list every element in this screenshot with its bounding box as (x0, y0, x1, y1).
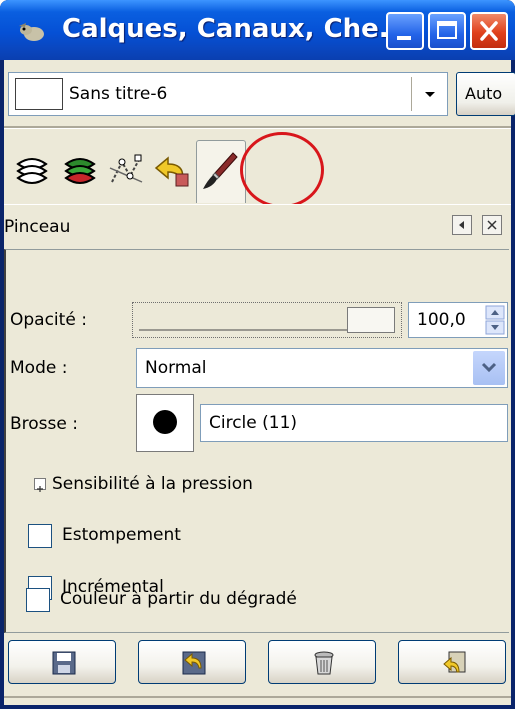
undo-history-icon (154, 156, 189, 187)
panel-title: Pinceau (4, 217, 71, 237)
gradient-color-checkbox[interactable] (26, 588, 50, 612)
image-preview-swatch (15, 78, 63, 110)
delete-options-icon (314, 651, 334, 675)
gradient-color-label[interactable]: Couleur à partir du dégradé (60, 589, 297, 609)
mode-label: Mode : (10, 358, 68, 378)
reset-options-icon (443, 651, 466, 673)
save-options-icon (52, 651, 76, 675)
brush-circle-preview (153, 410, 177, 434)
divider (4, 126, 511, 129)
delete-options-button[interactable] (268, 640, 376, 684)
paintbrush-tool-icon (203, 152, 238, 189)
minimize-button[interactable] (386, 12, 424, 50)
maximize-button[interactable] (428, 12, 466, 50)
restore-options-button[interactable] (138, 640, 246, 684)
brush-name-field[interactable]: Circle (11) (200, 404, 508, 442)
panel-button-row (4, 640, 511, 690)
panel-menu-button[interactable] (452, 215, 472, 235)
fade-label[interactable]: Estompement (62, 525, 181, 545)
opacity-slider[interactable] (132, 302, 402, 338)
channels-icon (64, 158, 96, 184)
tab-paintbrush[interactable] (196, 140, 246, 203)
maximize-icon (437, 21, 457, 39)
panel-close-button[interactable] (482, 215, 502, 235)
auto-button[interactable]: Auto (456, 72, 515, 116)
chevron-down-icon[interactable] (419, 84, 441, 104)
combo-separator (411, 77, 412, 111)
tab-layers[interactable] (10, 144, 54, 196)
mode-value: Normal (145, 358, 207, 378)
brush-label: Brosse : (10, 414, 78, 434)
bottom-divider (4, 696, 511, 698)
reset-options-button[interactable] (398, 640, 506, 684)
triangle-left-icon (459, 221, 464, 229)
opacity-label: Opacité : (10, 310, 87, 330)
chevron-down-icon (481, 362, 497, 373)
slider-thumb[interactable] (347, 307, 395, 333)
dock-tab-strip (4, 134, 511, 203)
expand-plus-icon (37, 486, 43, 492)
save-options-button[interactable] (8, 640, 116, 684)
dock-window: Calques, Canaux, Che... Sans titre-6 Aut… (0, 0, 515, 709)
image-selector-value: Sans titre-6 (69, 84, 168, 104)
tool-options-panel: Pinceau Opacité : 100,0 Mode: Normal Br… (4, 204, 511, 635)
fade-checkbox[interactable] (28, 524, 52, 548)
pressure-sensitivity-label[interactable]: Sensibilité à la pression (52, 474, 253, 494)
opacity-value: 100,0 (417, 310, 466, 330)
brush-name: Circle (11) (209, 413, 298, 433)
close-button[interactable] (470, 12, 508, 50)
tab-paths[interactable] (104, 144, 148, 196)
mode-dropdown-button[interactable] (473, 351, 505, 385)
mode-combo[interactable]: Normal (136, 348, 508, 388)
window-title: Calques, Canaux, Che... (62, 14, 409, 44)
image-selector-combo[interactable]: Sans titre-6 (8, 72, 448, 116)
tab-undo-history[interactable] (150, 144, 194, 196)
tool-options-body: Opacité : 100,0 Mode : Normal Brosse: C… (4, 249, 509, 633)
paths-icon (109, 154, 143, 183)
close-icon (487, 220, 497, 230)
brush-preview-button[interactable] (136, 394, 194, 452)
layers-icon (16, 158, 48, 184)
minimize-icon (397, 36, 411, 40)
opacity-spinbutton[interactable]: 100,0 (408, 302, 508, 338)
restore-options-icon (182, 651, 206, 675)
pressure-expander-toggle[interactable] (34, 478, 46, 492)
spin-arrows-icon[interactable] (485, 305, 505, 335)
dock-client-area: Sans titre-6 Auto Pinceau Opacité: 100,… (4, 60, 515, 705)
close-icon (480, 21, 498, 41)
gimp-wilber-icon (19, 23, 44, 41)
tab-channels[interactable] (58, 144, 102, 196)
title-bar[interactable]: Calques, Canaux, Che... (0, 0, 515, 60)
